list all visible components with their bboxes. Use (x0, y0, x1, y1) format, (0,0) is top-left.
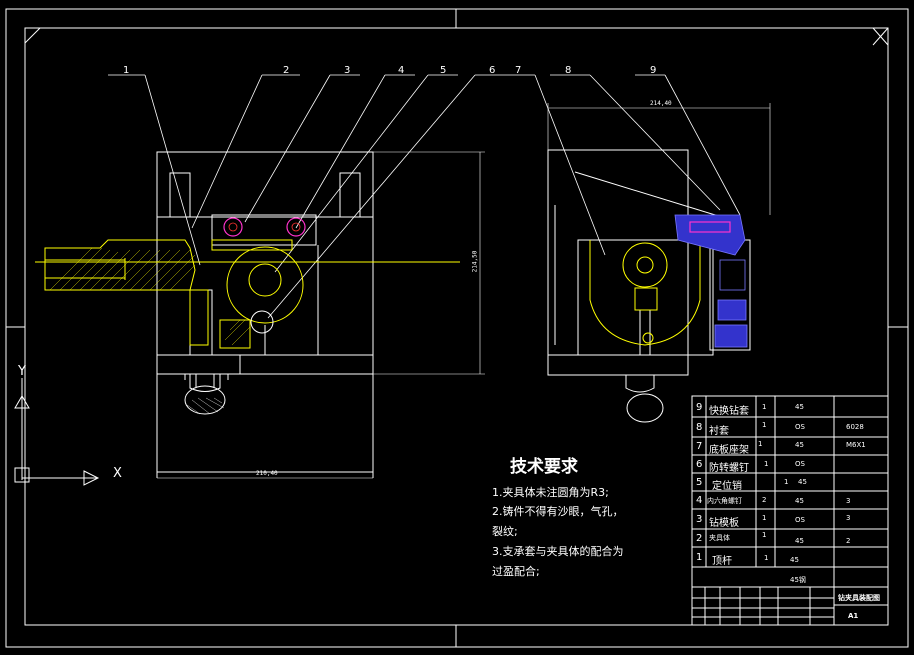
balloon-1: 1 (123, 65, 130, 76)
bom-mat: 45 (790, 556, 799, 564)
balloon-5: 5 (440, 65, 447, 76)
bom-drawing-title: 钻夹具装配图 (838, 594, 880, 602)
bom-name: 快换钻套 (709, 406, 749, 417)
bom-no: 9 (696, 402, 703, 413)
bom-name: 钻模板 (709, 518, 739, 529)
tech-line-3: 裂纹; (492, 525, 518, 538)
bom-mat: OS (795, 423, 805, 431)
tech-line-5: 过盈配合; (492, 565, 540, 578)
bom-qty: 1 (762, 403, 767, 411)
bom-mat: OS (795, 460, 805, 468)
bom-no: 7 (696, 441, 703, 452)
bom-qty: 1 (762, 514, 767, 522)
dim-front-height: 214,50 (471, 250, 479, 273)
bom-mat: 45 (795, 441, 804, 449)
balloon-6: 6 (489, 65, 496, 76)
front-dimensions (157, 103, 771, 479)
bom-qty: 1 (764, 460, 769, 468)
bom-name: 定位销 (712, 481, 742, 492)
side-view-yellow (589, 240, 701, 346)
tech-requirements-title: 技术要求 (510, 457, 578, 477)
balloon-9: 9 (650, 65, 657, 76)
balloon-8: 8 (565, 65, 572, 76)
bom-mat: 45 (795, 497, 804, 505)
front-view (156, 151, 374, 478)
bom-material: 45钢 (790, 576, 806, 584)
axis-x-label: X (113, 466, 122, 481)
balloon-leaders (108, 74, 741, 319)
ucs-axis-icon (14, 378, 100, 486)
bom-qty: 1 (784, 478, 789, 486)
bom-qty: 1 (764, 554, 769, 562)
front-view-red-centers (228, 222, 301, 232)
tech-line-4: 3.支承套与夹具体的配合为 (492, 545, 624, 558)
drawing-frame (5, 8, 909, 648)
bom-mat: 45 (795, 403, 804, 411)
balloon-2: 2 (283, 65, 290, 76)
bom-scale: A1 (848, 612, 859, 620)
balloon-7: 7 (515, 65, 522, 76)
bom-qty: 1 (762, 531, 767, 539)
front-view-magenta-screws (223, 217, 306, 237)
handle-hatching (186, 397, 225, 415)
bom-name: 防转螺钉 (709, 463, 749, 474)
bom-no: 6 (696, 459, 703, 470)
front-white-ball (250, 310, 274, 334)
bom-spec: 3 (846, 497, 851, 505)
dim-side-width: 214,40 (650, 100, 672, 107)
bom-name: 顶杆 (712, 556, 732, 567)
bom-name: 夹具体 (709, 534, 730, 542)
balloon-4: 4 (398, 65, 405, 76)
tech-line-2: 2.铸件不得有沙眼，气孔， (492, 505, 624, 518)
balloon-3: 3 (344, 65, 351, 76)
bom-qty: 1 (762, 421, 767, 429)
bom-mat: 45 (795, 537, 804, 545)
bom-spec: 2 (846, 537, 851, 545)
bom-mat: 45 (798, 478, 807, 486)
bom-note: 6028 (846, 423, 864, 431)
bom-no: 8 (696, 422, 703, 433)
bom-name: 衬套 (709, 426, 729, 437)
bom-no: 2 (696, 533, 703, 544)
bom-name: 内六角螺钉 (707, 497, 742, 505)
dim-front-width: 210,40 (256, 470, 278, 477)
bom-note: M6X1 (846, 441, 866, 449)
bom-qty: 2 (762, 496, 767, 504)
axis-y-label: Y (18, 364, 26, 379)
bom-no: 1 (696, 552, 703, 563)
tech-line-1: 1.夹具体未注圆角为R3; (492, 486, 609, 499)
bom-no: 3 (696, 514, 703, 525)
cad-drawing (5, 8, 909, 648)
bom-spec: 3 (846, 514, 851, 522)
bom-mat: OS (795, 516, 805, 524)
bom-name: 底板座架 (709, 445, 749, 456)
bom-qty: 1 (758, 440, 763, 448)
bom-no: 4 (696, 495, 703, 506)
front-view-yellow (35, 239, 460, 349)
bom-no: 5 (696, 477, 703, 488)
